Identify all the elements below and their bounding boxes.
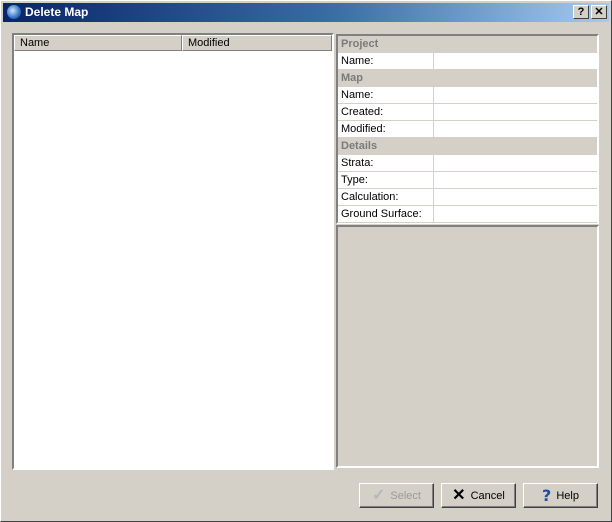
- property-row-created[interactable]: Created:: [338, 104, 597, 121]
- category-details: Details: [338, 138, 597, 155]
- property-label: Name:: [338, 53, 434, 69]
- category-project: Project: [338, 36, 597, 53]
- property-value[interactable]: [434, 172, 597, 188]
- property-label: Type:: [338, 172, 434, 188]
- select-button[interactable]: ✓ Select: [359, 483, 434, 508]
- column-header-name[interactable]: Name: [14, 35, 182, 51]
- close-icon: ✕: [594, 6, 604, 18]
- list-header: Name Modified: [14, 35, 332, 51]
- property-row-type[interactable]: Type:: [338, 172, 597, 189]
- cancel-button[interactable]: ✕ Cancel: [441, 483, 516, 508]
- property-label: Ground Surface:: [338, 206, 434, 222]
- property-row-modified[interactable]: Modified:: [338, 121, 597, 138]
- property-grid: Project Name: Map Name: Created: Modifie…: [336, 34, 599, 224]
- property-label: Name:: [338, 87, 434, 103]
- window-title: Delete Map: [25, 5, 89, 19]
- property-label: Strata:: [338, 155, 434, 171]
- property-value[interactable]: [434, 53, 597, 69]
- property-label: Modified:: [338, 121, 434, 137]
- property-row-ground-surface[interactable]: Ground Surface:: [338, 206, 597, 223]
- title-bar[interactable]: Delete Map ? ✕: [3, 3, 609, 22]
- map-preview-panel: [336, 225, 599, 468]
- property-value[interactable]: [434, 121, 597, 137]
- property-value[interactable]: [434, 189, 597, 205]
- help-button-label: Help: [556, 489, 579, 502]
- question-icon: ?: [542, 485, 552, 505]
- property-row-project-name[interactable]: Name:: [338, 53, 597, 70]
- property-value[interactable]: [434, 155, 597, 171]
- property-value[interactable]: [434, 104, 597, 120]
- column-header-modified[interactable]: Modified: [182, 35, 332, 51]
- delete-map-dialog: Delete Map ? ✕ Name Modified Project Nam…: [0, 0, 612, 522]
- property-row-map-name[interactable]: Name:: [338, 87, 597, 104]
- title-close-button[interactable]: ✕: [591, 5, 607, 19]
- check-icon: ✓: [372, 486, 386, 504]
- property-value[interactable]: [434, 87, 597, 103]
- select-button-label: Select: [390, 489, 421, 502]
- app-icon: [7, 5, 21, 19]
- x-icon: ✕: [452, 486, 466, 504]
- map-list[interactable]: Name Modified: [12, 33, 334, 470]
- property-row-calculation[interactable]: Calculation:: [338, 189, 597, 206]
- property-value[interactable]: [434, 206, 597, 222]
- property-label: Created:: [338, 104, 434, 120]
- help-button[interactable]: ? Help: [523, 483, 598, 508]
- cancel-button-label: Cancel: [470, 489, 505, 502]
- category-map: Map: [338, 70, 597, 87]
- property-label: Calculation:: [338, 189, 434, 205]
- help-icon: ?: [577, 6, 585, 18]
- property-row-strata[interactable]: Strata:: [338, 155, 597, 172]
- title-help-button[interactable]: ?: [573, 5, 589, 19]
